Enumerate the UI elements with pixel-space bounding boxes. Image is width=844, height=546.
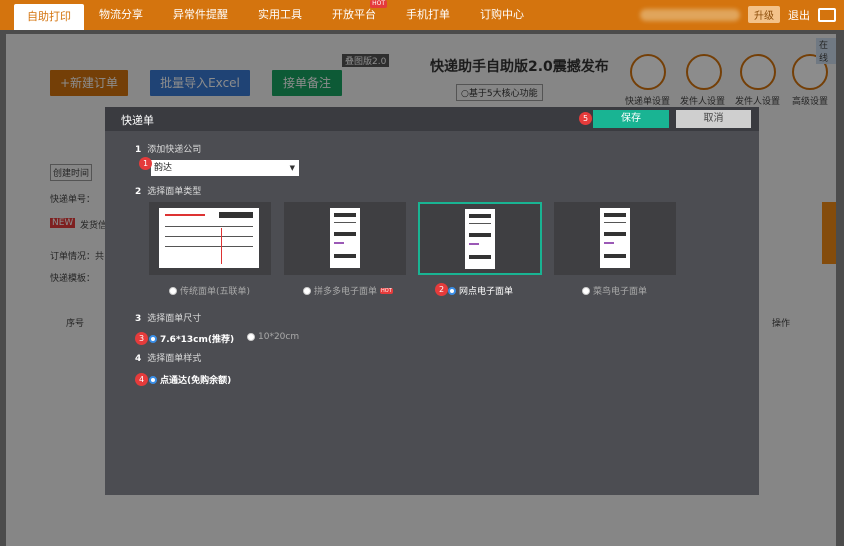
message-icon[interactable] [818,7,836,22]
type-label-branch: 网点电子面单 [459,287,514,297]
hot-badge: HOT [370,0,387,8]
tab-exception-alert[interactable]: 异常件提醒 [158,0,243,30]
radio-selected-icon [149,375,157,384]
step3-heading: 3 选择面单尺寸 [135,311,201,324]
size-label-10x20: 10*20cm [258,332,300,342]
traditional-waybill-preview [159,208,259,268]
upgrade-button[interactable]: 升级 [748,6,780,23]
step-badge-2: 2 [435,283,448,296]
radio-icon [169,286,177,295]
cancel-button[interactable]: 取消 [676,110,751,128]
step-badge-5: 5 [579,112,592,125]
size-label-76x13: 7.6*13cm(推荐) [160,335,235,345]
size-radio-76x13[interactable]: 7.6*13cm(推荐) [149,332,234,345]
user-name-blurred [640,8,740,21]
tab-open-platform-label: 开放平台 [332,8,376,21]
tab-mobile-order[interactable]: 手机打单 [391,0,465,30]
step-badge-4: 4 [135,373,148,386]
radio-icon [247,333,255,341]
tab-order-center[interactable]: 订购中心 [465,0,539,30]
tab-logistics-share[interactable]: 物流分享 [84,0,158,30]
tab-open-platform[interactable]: 开放平台 HOT [317,0,391,30]
step4-label: 选择面单样式 [147,354,202,364]
step1-number: 1 [135,145,142,155]
style-radio-dtd[interactable]: 点通达(免购余额) [149,373,231,386]
express-company-select[interactable]: 韵达 ▼ [151,160,299,176]
step4-heading: 4 选择面单样式 [135,351,201,364]
type-card-pdd[interactable] [284,202,406,275]
type-label-pdd: 拼多多电子面单 [314,287,378,297]
cainiao-waybill-preview [600,208,630,268]
style-label-dtd: 点通达(免购余额) [160,376,232,386]
save-button[interactable]: 保存 [593,110,669,128]
branch-waybill-preview [465,209,495,269]
step1-label: 添加快递公司 [147,145,202,155]
pdd-waybill-preview [330,208,360,268]
radio-icon [303,286,311,295]
tab-tools[interactable]: 实用工具 [243,0,317,30]
type-label-cainiao: 菜鸟电子面单 [593,287,648,297]
express-modal: 快递单 5 保存 取消 1 添加快递公司 韵达 ▼ 1 2 选择面单类型 传统面… [105,107,759,495]
radio-selected-icon [448,286,456,295]
type-radio-traditional[interactable]: 传统面单(五联单) [169,284,250,297]
chevron-down-icon: ▼ [289,164,295,172]
step2-heading: 2 选择面单类型 [135,184,201,197]
type-label-traditional: 传统面单(五联单) [180,287,251,297]
radio-selected-icon [149,334,157,343]
type-card-branch[interactable] [418,202,542,275]
step2-label: 选择面单类型 [147,187,202,197]
step3-number: 3 [135,314,142,324]
radio-icon [582,286,590,295]
type-card-cainiao[interactable] [554,202,676,275]
top-nav: 自助打印 物流分享 异常件提醒 实用工具 开放平台 HOT 手机打单 订购中心 升… [0,0,844,30]
type-card-traditional[interactable] [149,202,271,275]
step3-label: 选择面单尺寸 [147,314,202,324]
express-company-value: 韵达 [154,163,173,173]
step2-number: 2 [135,187,142,197]
hot-badge: HOT [380,287,393,294]
step-badge-3: 3 [135,332,148,345]
step1-heading: 1 添加快递公司 [135,142,201,155]
type-radio-branch[interactable]: 网点电子面单 [448,284,513,297]
logout-link[interactable]: 退出 [788,7,810,23]
step-badge-1: 1 [139,157,152,170]
tab-self-print[interactable]: 自助打印 [14,4,84,30]
size-radio-10x20[interactable]: 10*20cm [247,332,299,342]
modal-title: 快递单 [121,114,154,127]
step4-number: 4 [135,354,142,364]
modal-header: 快递单 5 保存 取消 [105,107,759,131]
type-radio-cainiao[interactable]: 菜鸟电子面单 [582,284,647,297]
type-radio-pdd[interactable]: 拼多多电子面单 HOT [303,284,393,297]
nav-user-area: 升级 退出 [640,6,836,23]
